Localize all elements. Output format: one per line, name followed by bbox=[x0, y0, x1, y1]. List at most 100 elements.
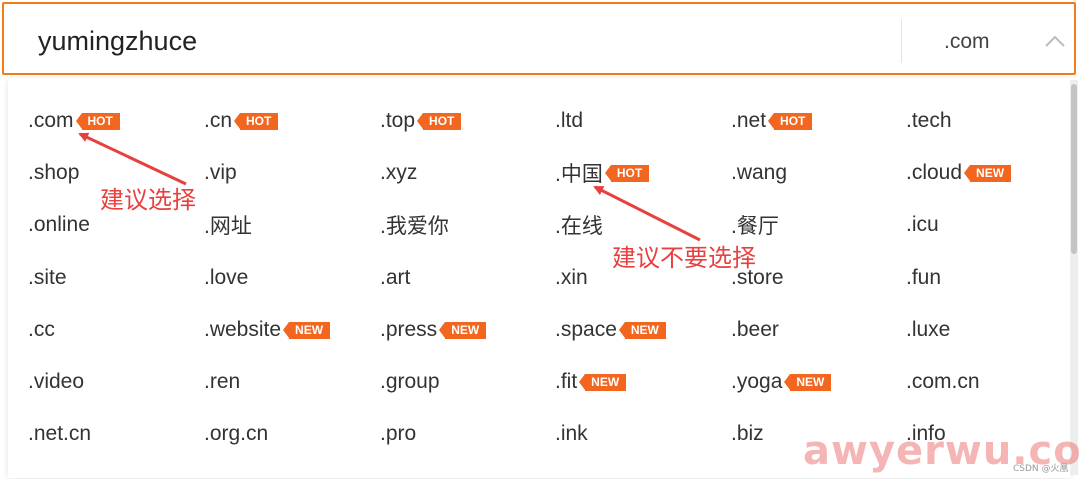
tld-label: .art bbox=[380, 266, 411, 289]
tld-option[interactable]: .ltd bbox=[555, 107, 583, 135]
tld-label: .shop bbox=[28, 161, 80, 184]
tld-label: .online bbox=[28, 213, 90, 236]
hot-badge: HOT bbox=[416, 112, 462, 130]
tld-label: .ren bbox=[204, 370, 241, 393]
tld-option[interactable]: .tech bbox=[906, 107, 952, 135]
tld-option[interactable]: .love bbox=[204, 264, 248, 292]
new-badge: NEW bbox=[283, 321, 331, 339]
tld-label: .net bbox=[731, 109, 767, 132]
tld-option[interactable]: .icu bbox=[906, 211, 939, 239]
tld-option[interactable]: .ren bbox=[204, 368, 240, 396]
tld-option[interactable]: .beer bbox=[731, 316, 779, 344]
tld-option[interactable]: .net.cn bbox=[28, 420, 91, 448]
domain-search-input[interactable]: yumingzhuce bbox=[38, 26, 197, 57]
tld-option[interactable]: .website NEW bbox=[204, 316, 331, 344]
tld-label: .ink bbox=[555, 422, 588, 445]
new-badge: NEW bbox=[439, 321, 487, 339]
tld-label: .luxe bbox=[906, 318, 951, 341]
tld-option[interactable]: .pro bbox=[380, 420, 416, 448]
new-badge: NEW bbox=[618, 321, 666, 339]
tld-option[interactable]: .fit NEW bbox=[555, 368, 627, 396]
tld-label: .中国 bbox=[555, 163, 603, 186]
tld-label: .space bbox=[555, 318, 617, 341]
tld-option[interactable]: .xyz bbox=[380, 159, 417, 187]
chevron-up-icon[interactable] bbox=[1044, 34, 1066, 48]
tld-option[interactable]: .shop bbox=[28, 159, 79, 187]
annotation-not-recommend: 建议不要选择 bbox=[612, 244, 756, 272]
hot-badge: HOT bbox=[604, 164, 650, 182]
tld-label: .fun bbox=[906, 266, 942, 289]
tld-option[interactable]: .press NEW bbox=[380, 316, 487, 344]
tld-option[interactable]: .net HOT bbox=[731, 107, 813, 135]
tld-option[interactable]: .餐厅 bbox=[731, 211, 779, 239]
tld-option[interactable]: .cloud NEW bbox=[906, 159, 1012, 187]
tld-label: .ltd bbox=[555, 109, 584, 132]
tld-label: .pro bbox=[380, 422, 417, 445]
tld-label: .wang bbox=[731, 161, 788, 184]
tld-option[interactable]: .art bbox=[380, 264, 410, 292]
tld-label: .video bbox=[28, 370, 85, 393]
scrollbar-thumb[interactable] bbox=[1071, 84, 1077, 254]
tld-label: .org.cn bbox=[204, 422, 269, 445]
tld-option[interactable]: .网址 bbox=[204, 211, 252, 239]
tld-label: .餐厅 bbox=[731, 215, 779, 238]
tld-label: .group bbox=[380, 370, 440, 393]
tld-label: .biz bbox=[731, 422, 764, 445]
tld-option[interactable]: .wang bbox=[731, 159, 787, 187]
tld-label: .xyz bbox=[380, 161, 418, 184]
tld-option[interactable]: .online bbox=[28, 211, 90, 239]
tld-label: .net.cn bbox=[28, 422, 92, 445]
tld-option[interactable]: .中国 HOT bbox=[555, 159, 650, 187]
tld-option[interactable]: .cc bbox=[28, 316, 55, 344]
annotation-recommend: 建议选择 bbox=[100, 186, 196, 214]
hot-badge: HOT bbox=[75, 112, 120, 130]
tld-option[interactable]: .fun bbox=[906, 264, 941, 292]
tld-label: .top bbox=[380, 109, 416, 132]
tld-label: .site bbox=[28, 266, 67, 289]
tld-label: .website bbox=[204, 318, 282, 341]
tld-label: .fit bbox=[555, 370, 578, 393]
tld-select[interactable]: .com bbox=[944, 30, 990, 54]
tld-option[interactable]: .我爱你 bbox=[380, 211, 449, 239]
domain-search-bar: yumingzhuce .com bbox=[2, 2, 1076, 75]
tld-label: .xin bbox=[555, 266, 588, 289]
tld-option[interactable]: .com HOT bbox=[28, 107, 120, 135]
tld-label: .love bbox=[204, 266, 249, 289]
new-badge: NEW bbox=[579, 373, 627, 391]
tld-option[interactable]: .ink bbox=[555, 420, 588, 448]
tld-label: .press bbox=[380, 318, 438, 341]
tld-label: .网址 bbox=[204, 215, 252, 238]
tld-label: .com bbox=[28, 109, 74, 132]
tld-label: .vip bbox=[204, 161, 237, 184]
tld-label: .tech bbox=[906, 109, 952, 132]
tld-option[interactable]: .cn HOT bbox=[204, 107, 279, 135]
tld-label: .在线 bbox=[555, 215, 603, 238]
tld-option[interactable]: .luxe bbox=[906, 316, 950, 344]
tld-option[interactable]: .biz bbox=[731, 420, 764, 448]
tld-label: .cc bbox=[28, 318, 55, 341]
tld-label: .yoga bbox=[731, 370, 783, 393]
hot-badge: HOT bbox=[767, 112, 813, 130]
search-divider bbox=[901, 19, 902, 63]
tld-label: .beer bbox=[731, 318, 779, 341]
tld-label: .cn bbox=[204, 109, 233, 132]
hot-badge: HOT bbox=[233, 112, 279, 130]
tld-option[interactable]: .vip bbox=[204, 159, 237, 187]
tld-option[interactable]: .group bbox=[380, 368, 440, 396]
tld-option[interactable]: .yoga NEW bbox=[731, 368, 832, 396]
tld-option[interactable]: .com.cn bbox=[906, 368, 980, 396]
tld-label: .我爱你 bbox=[380, 215, 449, 238]
new-badge: NEW bbox=[964, 164, 1012, 182]
credit-text: CSDN @火凰 bbox=[1013, 464, 1069, 474]
new-badge: NEW bbox=[784, 373, 832, 391]
tld-label: .com.cn bbox=[906, 370, 980, 393]
tld-option[interactable]: .space NEW bbox=[555, 316, 666, 344]
tld-option[interactable]: .site bbox=[28, 264, 67, 292]
tld-option[interactable]: .top HOT bbox=[380, 107, 462, 135]
tld-label: .cloud bbox=[906, 161, 963, 184]
tld-label: .icu bbox=[906, 213, 939, 236]
tld-option[interactable]: .video bbox=[28, 368, 84, 396]
tld-option[interactable]: .在线 bbox=[555, 211, 603, 239]
tld-option[interactable]: .org.cn bbox=[204, 420, 268, 448]
tld-option[interactable]: .xin bbox=[555, 264, 588, 292]
